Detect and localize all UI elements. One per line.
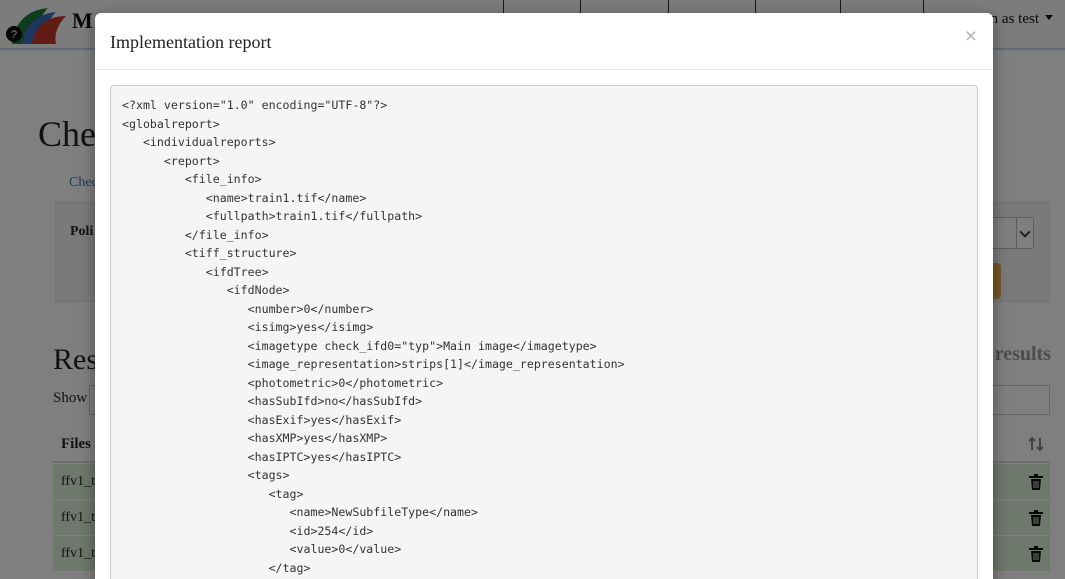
xml-line: <number>0</number>: [122, 301, 374, 316]
xml-line: <individualreports>: [122, 135, 276, 149]
xml-line: </file_info>: [122, 227, 269, 242]
xml-line: <image_representation>strips[1]</image_r…: [122, 357, 625, 371]
xml-line: <ifdTree>: [122, 264, 269, 279]
xml-line: <fullpath>train1.tif</fullpath>: [122, 209, 423, 223]
xml-line: <hasIPTC>yes</hasIPTC>: [122, 449, 402, 464]
xml-line: <report>: [122, 153, 220, 168]
close-icon[interactable]: ×: [965, 25, 977, 49]
xml-line: <name>train1.tif</name>: [122, 190, 367, 205]
xml-line: <tag>: [122, 486, 304, 501]
xml-line: <imagetype check_ifd0="typ">Main image</…: [122, 338, 597, 353]
xml-line: </tag>: [122, 560, 311, 575]
xml-line: <file_info>: [122, 172, 262, 186]
xml-line: <hasSubIfd>no</hasSubIfd>: [122, 394, 423, 408]
xml-line: <globalreport>: [122, 116, 220, 131]
xml-report[interactable]: <?xml version="1.0" encoding="UTF-8"?> <g…: [110, 85, 978, 579]
modal-header: Implementation report ×: [95, 13, 993, 70]
xml-line: <value>0</value>: [122, 542, 402, 556]
xml-line: <tiff_structure>: [122, 246, 297, 260]
xml-line: <hasXMP>yes</hasXMP>: [122, 431, 388, 445]
modal-title: Implementation report: [110, 32, 272, 52]
implementation-report-modal: Implementation report × <?xml version="1…: [95, 13, 993, 579]
xml-line: <tags>: [122, 468, 290, 482]
xml-line: <isimg>yes</isimg>: [122, 320, 374, 334]
xml-line: <?xml version="1.0" encoding="UTF-8"?>: [122, 98, 388, 112]
xml-line: <photometric>0</photometric>: [122, 375, 444, 390]
xml-line: <hasExif>yes</hasExif>: [122, 412, 402, 427]
xml-line: <ifdNode>: [122, 283, 290, 297]
xml-line: <name>NewSubfileType</name>: [122, 505, 478, 519]
xml-line: <id>254</id>: [122, 523, 374, 538]
